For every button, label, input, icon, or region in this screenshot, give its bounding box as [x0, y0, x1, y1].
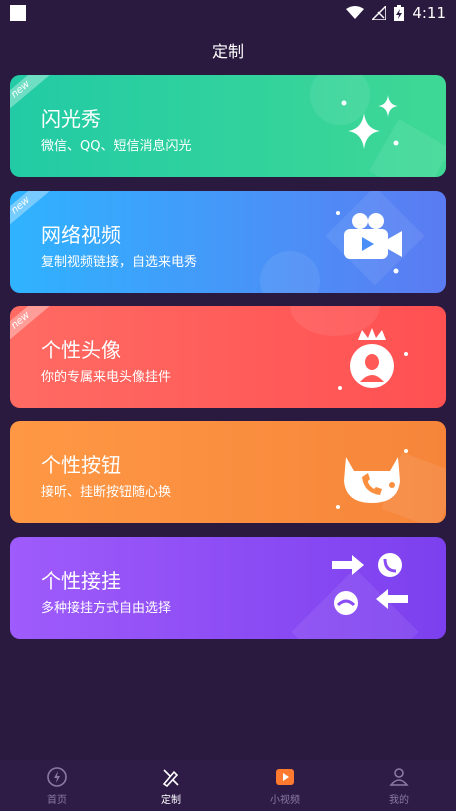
tab-label: 我的: [389, 794, 409, 806]
tab-label: 定制: [161, 794, 181, 806]
lightning-icon: [46, 766, 68, 788]
cat-phone-icon: [336, 449, 408, 509]
card-title: 闪光秀: [41, 107, 101, 131]
card-subtitle: 微信、QQ、短信消息闪光: [41, 139, 192, 154]
wifi-icon: [346, 6, 365, 19]
tab-customize[interactable]: 定制: [131, 766, 211, 806]
tab-label: 首页: [47, 794, 67, 806]
card-custom-answer-hangup[interactable]: 个性接挂 多种接挂方式自由选择: [10, 537, 446, 639]
sparkle-icon: [341, 95, 399, 149]
tab-short-video[interactable]: 小视频: [245, 766, 325, 806]
play-icon: [274, 766, 296, 788]
notification-icon: [10, 5, 26, 21]
video-camera-icon: [336, 211, 402, 274]
brush-icon: [160, 766, 182, 788]
card-custom-avatar[interactable]: new 个性头像 你的专属来电头像挂件: [10, 306, 446, 408]
card-title: 网络视频: [41, 223, 121, 247]
tab-home[interactable]: 首页: [17, 766, 97, 806]
card-title: 个性接挂: [41, 569, 121, 593]
bottom-tab-bar: 首页 定制 小视频 我的: [0, 760, 456, 811]
status-time: 4:11: [412, 4, 446, 22]
no-signal-icon: [372, 6, 387, 20]
status-bar: 4:11: [0, 0, 456, 26]
card-subtitle: 你的专属来电头像挂件: [41, 370, 172, 385]
card-network-video[interactable]: new 网络视频 复制视频链接，自选来电秀: [10, 191, 446, 293]
card-title: 个性头像: [41, 338, 121, 362]
card-subtitle: 多种接挂方式自由选择: [41, 601, 172, 616]
page-title: 定制: [211, 42, 244, 61]
card-subtitle: 复制视频链接，自选来电秀: [41, 255, 198, 270]
tab-label: 小视频: [270, 794, 300, 806]
tab-profile[interactable]: 我的: [359, 766, 439, 806]
card-flash-show[interactable]: new 闪光秀 微信、QQ、短信消息闪光: [10, 75, 446, 177]
crown-avatar-icon: [338, 328, 408, 390]
decor-blob: [260, 251, 320, 293]
battery-charging-icon: [394, 5, 405, 21]
card-subtitle: 接听、挂断按钮随心换: [41, 485, 172, 500]
status-indicators: 4:11: [346, 4, 446, 22]
card-title: 个性按钮: [41, 453, 121, 477]
profile-icon: [388, 766, 410, 788]
answer-hangup-icon: [332, 553, 408, 615]
card-custom-button[interactable]: 个性按钮 接听、挂断按钮随心换: [10, 421, 446, 523]
